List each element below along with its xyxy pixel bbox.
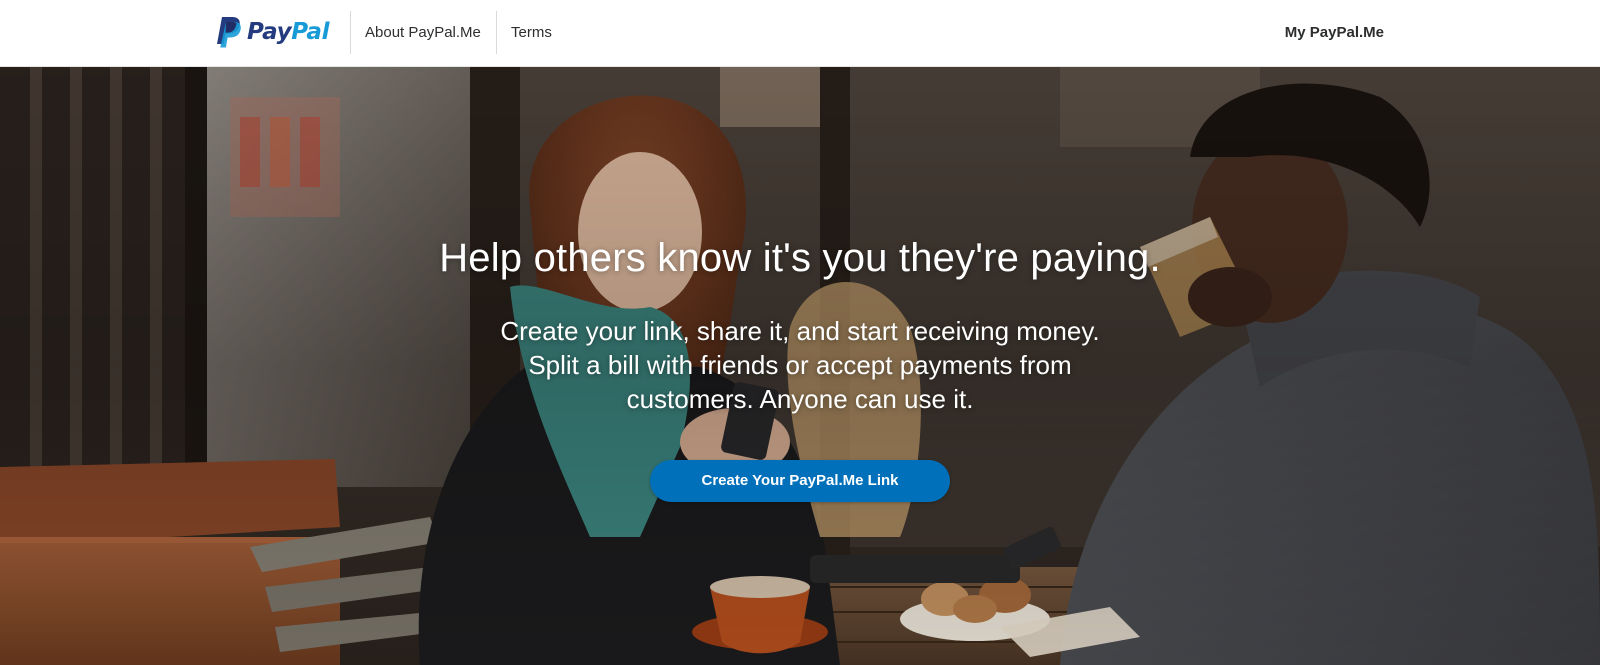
top-header: PayPal About PayPal.Me Terms My PayPal.M… — [0, 0, 1600, 67]
nav-divider — [350, 11, 351, 54]
logo-word-pal: Pal — [291, 18, 330, 45]
logo-word-pay: Pay — [247, 18, 292, 45]
nav-divider — [496, 11, 497, 54]
nav-link-terms[interactable]: Terms — [511, 22, 552, 44]
paypal-wordmark: PayPal — [247, 18, 330, 45]
hero-title: Help others know it's you they're paying… — [439, 236, 1161, 280]
hero-description: Create your link, share it, and start re… — [500, 316, 1100, 414]
paypal-p-icon — [217, 16, 241, 47]
paypal-logo[interactable]: PayPal — [215, 16, 329, 48]
create-link-button[interactable]: Create Your PayPal.Me Link — [650, 460, 950, 502]
hero-section: Help others know it's you they're paying… — [0, 67, 1600, 665]
nav-link-my-paypal-me[interactable]: My PayPal.Me — [1285, 22, 1384, 44]
nav-link-about[interactable]: About PayPal.Me — [365, 22, 481, 44]
